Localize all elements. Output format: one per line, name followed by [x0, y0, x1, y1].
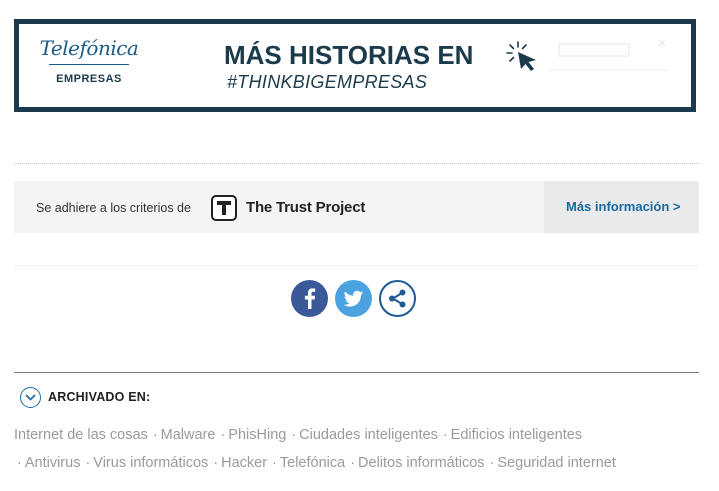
tag-link[interactable]: Internet de las cosas	[14, 427, 148, 443]
tag-link[interactable]: Telefónica	[280, 455, 345, 471]
tag-row: · Antivirus · Virus informáticos · Hacker · Tel…	[17, 455, 616, 471]
promo-banner[interactable]: Telefónica EMPRESAS MÁS HISTORIAS EN #TH…	[14, 19, 696, 112]
trust-intro-text: Se adhiere a los criterios de	[36, 201, 191, 215]
dotted-divider	[14, 163, 699, 164]
logo-subtitle: EMPRESAS	[56, 73, 122, 85]
tag-link[interactable]: Antivirus	[25, 455, 81, 471]
tag-link[interactable]: Malware	[161, 427, 216, 443]
logo-wordmark: Telefónica	[39, 36, 139, 60]
light-divider	[14, 265, 699, 266]
twitter-share-button[interactable]	[335, 280, 372, 317]
tag-link[interactable]: Virus informáticos	[93, 455, 208, 471]
facebook-icon	[304, 288, 316, 309]
tag-link[interactable]: Delitos informáticos	[358, 455, 485, 471]
expand-tags-button[interactable]	[20, 387, 41, 408]
trust-more-info[interactable]: Más información >	[544, 181, 699, 233]
banner-title: MÁS HISTORIAS EN	[224, 40, 474, 70]
trust-project-name: The Trust Project	[246, 199, 366, 216]
cursor-click-icon	[506, 41, 536, 71]
social-share-bar	[291, 280, 421, 318]
trust-project-bar: Se adhiere a los criterios de The Trust …	[14, 181, 699, 233]
trust-project-statement: Se adhiere a los criterios de The Trust …	[14, 181, 544, 233]
tag-link[interactable]: Edificios inteligentes	[451, 427, 582, 443]
logo-divider	[49, 64, 129, 65]
banner-ghost-graphic	[549, 39, 669, 71]
tag-link[interactable]: Ciudades inteligentes	[299, 427, 438, 443]
banner-hashtag: #THINKBIGEMPRESAS	[227, 72, 428, 92]
facebook-share-button[interactable]	[291, 280, 328, 317]
telefonica-empresas-logo: Telefónica EMPRESAS	[39, 36, 139, 85]
tag-link[interactable]: Hacker	[221, 455, 267, 471]
section-divider	[14, 372, 699, 373]
share-button[interactable]	[379, 280, 416, 317]
tag-link[interactable]: PhisHing	[228, 427, 286, 443]
more-info-link[interactable]: Más información >	[566, 199, 681, 214]
trust-project-logo-icon	[211, 195, 237, 221]
twitter-icon	[343, 290, 363, 307]
archived-label: ARCHIVADO EN:	[48, 390, 151, 404]
tag-row: Internet de las cosas · Malware · PhisHing · C…	[14, 427, 583, 443]
tag-link[interactable]: Seguridad internet	[497, 455, 616, 471]
chevron-down-icon	[25, 394, 36, 401]
tag-list: Internet de las cosas · Malware · PhisHing · C…	[14, 427, 704, 483]
share-icon	[389, 289, 406, 308]
